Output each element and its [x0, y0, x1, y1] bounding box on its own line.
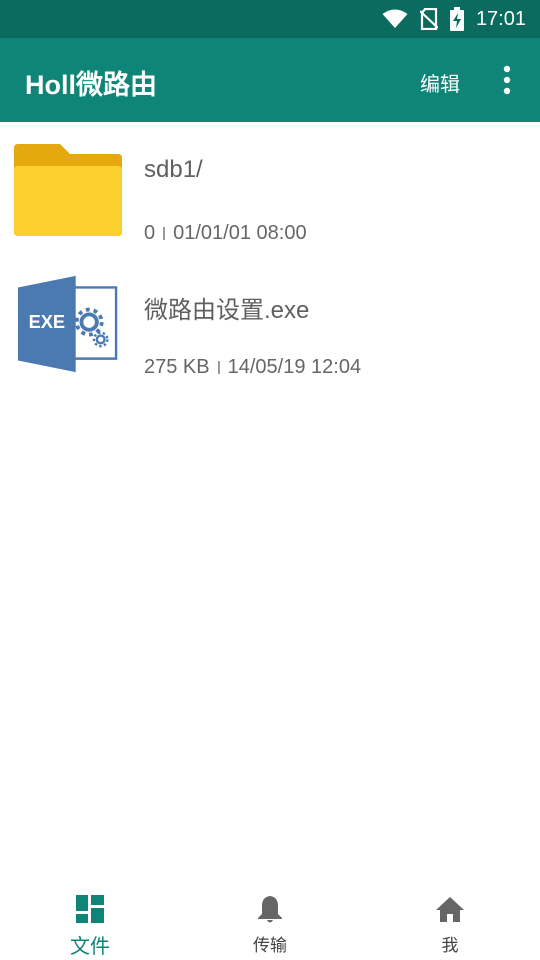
file-date: 01/01/01 08:00	[173, 222, 307, 244]
file-size: 275 KB	[144, 356, 210, 378]
meta-divider	[163, 227, 166, 240]
clock: 17:01	[475, 7, 526, 30]
battery-charging-icon	[449, 7, 464, 31]
status-bar: 17:01	[0, 0, 540, 38]
svg-text:EXE: EXE	[29, 311, 66, 332]
exe-file-icon: EXE	[18, 275, 118, 373]
home-icon	[436, 897, 464, 922]
app-bar: Holl微路由 编辑	[0, 38, 540, 122]
nav-label: 传输	[253, 936, 287, 955]
bottom-nav: 文件 传输 我	[0, 880, 540, 960]
file-meta: 0 01/01/01 08:00	[144, 222, 307, 245]
file-size: 0	[144, 222, 156, 244]
dashboard-icon	[76, 895, 104, 923]
bell-icon	[258, 896, 282, 923]
edit-button[interactable]: 编辑	[420, 68, 460, 97]
file-name: 微路由设置.exe	[144, 297, 310, 324]
wifi-icon	[382, 9, 408, 28]
meta-divider	[217, 361, 220, 374]
nav-item-files[interactable]: 文件	[0, 880, 180, 960]
more-vert-icon[interactable]	[496, 64, 518, 96]
file-list: sdb1/ 0 01/01/01 08:00 EXE 微路由设置.exe 275…	[0, 122, 540, 390]
page-title: Holl微路由	[25, 70, 157, 100]
nav-label: 我	[441, 936, 459, 955]
no-sim-icon	[419, 8, 438, 30]
nav-item-transfer[interactable]: 传输	[180, 880, 360, 960]
nav-label: 文件	[70, 936, 110, 958]
file-item-exe[interactable]: EXE 微路由设置.exe 275 KB 14/05/19 12:04	[0, 256, 540, 390]
file-date: 14/05/19 12:04	[227, 356, 362, 378]
file-name: sdb1/	[144, 156, 203, 183]
file-meta: 275 KB 14/05/19 12:04	[144, 356, 361, 379]
file-item-sdb1[interactable]: sdb1/ 0 01/01/01 08:00	[0, 122, 540, 256]
folder-icon	[14, 144, 122, 236]
nav-item-me[interactable]: 我	[360, 880, 540, 960]
